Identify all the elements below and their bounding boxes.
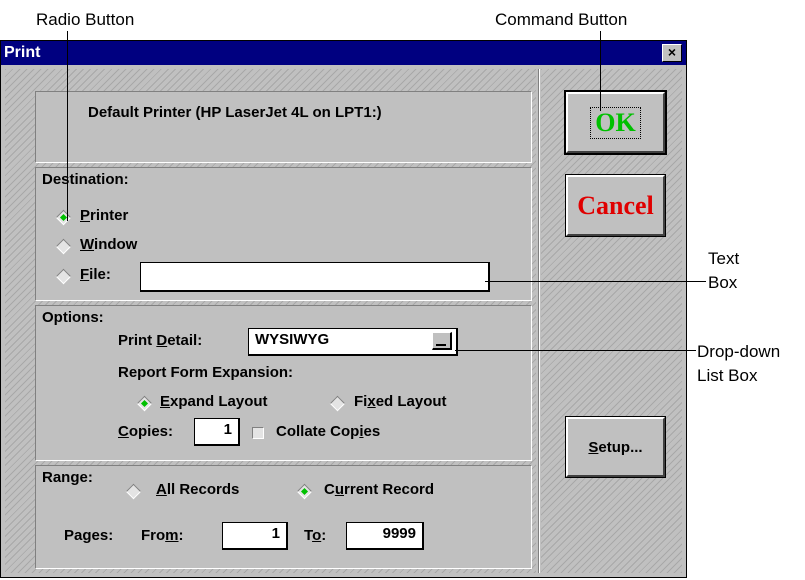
printer-radio-label[interactable]: Printer bbox=[80, 207, 128, 224]
fixed-layout-radio[interactable] bbox=[329, 395, 346, 412]
cancel-button-label: Cancel bbox=[577, 190, 654, 220]
close-icon: × bbox=[667, 44, 677, 60]
dropdown-callout-line1: Drop-down bbox=[697, 342, 781, 361]
destination-group: Destination: Printer Window File: bbox=[35, 167, 532, 301]
all-records-radio[interactable] bbox=[125, 483, 142, 500]
current-record-label[interactable]: Current Record bbox=[324, 481, 434, 498]
print-detail-value: WYSIWYG bbox=[255, 331, 330, 348]
default-printer-panel: Default Printer (HP LaserJet 4L on LPT1:… bbox=[35, 91, 532, 163]
text-box-callout-line2: Box bbox=[708, 273, 738, 292]
file-radio[interactable] bbox=[55, 268, 72, 285]
dropdown-arrow-icon[interactable] bbox=[432, 332, 452, 350]
printer-radio[interactable] bbox=[55, 209, 72, 226]
report-form-expansion-label: Report Form Expansion: bbox=[118, 364, 294, 381]
destination-label: Destination: bbox=[42, 171, 129, 188]
print-detail-label: Print Detail: bbox=[118, 332, 203, 349]
collate-copies-label[interactable]: Collate Copies bbox=[276, 423, 380, 440]
setup-button[interactable]: Setup... bbox=[565, 416, 666, 478]
pages-label: Pages: bbox=[64, 527, 114, 544]
command-button-callout: Command Button bbox=[495, 10, 628, 29]
to-label: To: bbox=[304, 527, 327, 544]
title-bar: Print × bbox=[1, 41, 686, 65]
ok-button[interactable]: OK bbox=[564, 90, 667, 155]
window-radio[interactable] bbox=[55, 238, 72, 255]
copies-field[interactable]: 1 bbox=[194, 418, 240, 446]
fixed-layout-label[interactable]: Fixed Layout bbox=[354, 393, 447, 410]
to-page-field[interactable]: 9999 bbox=[346, 522, 424, 550]
expand-layout-label[interactable]: Expand Layout bbox=[160, 393, 268, 410]
print-dialog: Print × Default Printer (HP LaserJet 4L … bbox=[0, 40, 687, 578]
file-radio-label[interactable]: File: bbox=[80, 266, 111, 283]
ok-focus-rect: OK bbox=[590, 106, 641, 139]
expand-layout-radio[interactable] bbox=[136, 395, 153, 412]
dropdown-callout-line2: List Box bbox=[697, 366, 758, 385]
range-group: Range: All Records Current Record Pages:… bbox=[35, 465, 532, 569]
all-records-label[interactable]: All Records bbox=[156, 481, 239, 498]
close-button[interactable]: × bbox=[662, 44, 682, 62]
default-printer-label: Default Printer (HP LaserJet 4L on LPT1:… bbox=[88, 104, 382, 121]
radio-button-leader-line bbox=[67, 31, 68, 221]
window-radio-label[interactable]: Window bbox=[80, 236, 137, 253]
text-box-callout-line1: Text bbox=[708, 249, 740, 268]
print-detail-dropdown[interactable]: WYSIWYG bbox=[248, 328, 458, 356]
collate-copies-checkbox[interactable] bbox=[252, 427, 264, 439]
text-box-leader-line bbox=[485, 281, 706, 282]
file-text-box[interactable] bbox=[140, 262, 490, 292]
from-label: From: bbox=[141, 527, 184, 544]
copies-label: Copies: bbox=[118, 423, 174, 440]
options-label: Options: bbox=[42, 309, 104, 326]
radio-button-callout: Radio Button bbox=[36, 10, 135, 29]
current-record-radio[interactable] bbox=[296, 483, 313, 500]
command-button-leader-line bbox=[600, 31, 601, 111]
dropdown-leader-line bbox=[455, 350, 696, 351]
setup-button-label: Setup... bbox=[588, 438, 643, 456]
from-page-field[interactable]: 1 bbox=[222, 522, 288, 550]
dialog-title: Print bbox=[4, 44, 41, 61]
ok-button-label: OK bbox=[595, 107, 636, 137]
cancel-button[interactable]: Cancel bbox=[565, 174, 666, 237]
range-label: Range: bbox=[42, 469, 93, 486]
options-group: Options: Print Detail: WYSIWYG Report Fo… bbox=[35, 305, 532, 461]
